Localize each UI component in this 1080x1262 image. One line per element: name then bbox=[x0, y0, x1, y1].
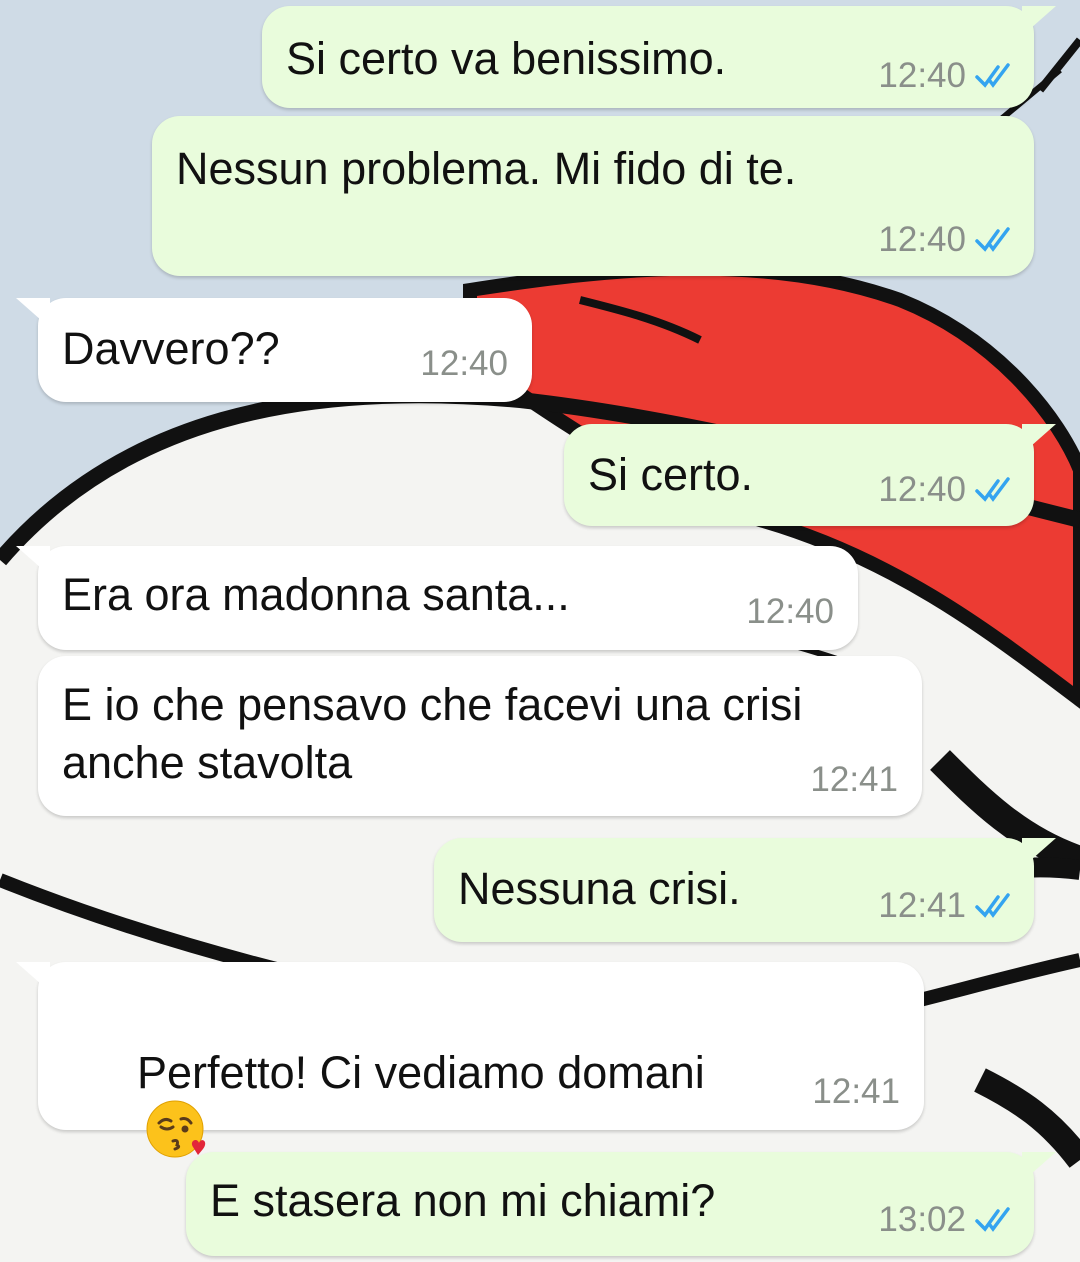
read-ticks-icon bbox=[975, 477, 1010, 502]
bubble-tail bbox=[16, 546, 50, 576]
message-text: Era ora madonna santa... bbox=[62, 569, 570, 620]
message-time: 12:40 bbox=[420, 344, 508, 383]
message-time: 12:41 bbox=[878, 886, 966, 925]
message-text: Nessuna crisi. bbox=[458, 863, 741, 914]
bubble-tail bbox=[1022, 424, 1056, 454]
message-text-line-1: E io che pensavo che facevi una crisi bbox=[62, 679, 803, 730]
message-bubble-outgoing[interactable]: Nessun problema. Mi fido di te. 12:40 bbox=[152, 116, 1034, 276]
message-time: 12:41 bbox=[810, 760, 898, 799]
message-time: 12:40 bbox=[878, 56, 966, 95]
message-meta: 12:41 bbox=[810, 760, 898, 800]
message-bubble-outgoing[interactable]: E stasera non mi chiami? 13:02 bbox=[186, 1152, 1056, 1256]
read-ticks-icon bbox=[975, 1207, 1010, 1232]
message-meta: 12:40 bbox=[878, 220, 1018, 260]
message-meta: 12:40 bbox=[878, 470, 1018, 510]
bubble-tail bbox=[16, 962, 50, 992]
read-ticks-icon bbox=[975, 893, 1010, 918]
message-text-content: Perfetto! Ci vediamo domani bbox=[137, 1047, 705, 1098]
message-meta: 12:41 bbox=[878, 886, 1018, 926]
message-bubble-outgoing[interactable]: Nessuna crisi. 12:41 bbox=[434, 838, 1056, 942]
message-time: 13:02 bbox=[878, 1200, 966, 1239]
message-meta: 12:40 bbox=[746, 592, 834, 632]
read-ticks-icon bbox=[975, 63, 1010, 88]
bubble-tail bbox=[16, 298, 50, 328]
message-text: Davvero?? bbox=[62, 323, 280, 374]
kissing-face-emoji bbox=[146, 1100, 206, 1158]
bubble-tail bbox=[1022, 6, 1056, 36]
message-bubble-outgoing[interactable]: Si certo. 12:40 bbox=[564, 424, 1056, 526]
message-text-line-2: anche stavolta bbox=[62, 737, 353, 788]
bubble-tail bbox=[1022, 838, 1056, 868]
message-meta: 13:02 bbox=[878, 1200, 1018, 1240]
message-text: Si certo. bbox=[588, 449, 754, 500]
chat-thread: Si certo va benissimo. 12:40 Nessun prob… bbox=[0, 0, 1080, 1262]
message-bubble-incoming[interactable]: Era ora madonna santa... 12:40 bbox=[16, 546, 858, 650]
message-meta: 12:40 bbox=[878, 56, 1018, 96]
message-text: Nessun problema. Mi fido di te. bbox=[176, 143, 797, 194]
message-text: Si certo va benissimo. bbox=[286, 33, 727, 84]
message-bubble-incoming[interactable]: E io che pensavo che facevi una crisi an… bbox=[38, 656, 922, 816]
read-ticks-icon bbox=[975, 227, 1010, 252]
bubble-tail bbox=[1022, 1152, 1056, 1182]
message-text: E stasera non mi chiami? bbox=[210, 1175, 716, 1226]
message-bubble-incoming[interactable]: Perfetto! Ci vediamo domani 12:41 bbox=[16, 962, 924, 1158]
message-time: 12:40 bbox=[746, 592, 834, 631]
message-time: 12:41 bbox=[812, 1072, 900, 1111]
message-time: 12:40 bbox=[878, 470, 966, 509]
message-time: 12:40 bbox=[878, 220, 966, 259]
message-meta: 12:40 bbox=[420, 344, 508, 384]
message-meta: 12:41 bbox=[812, 1072, 900, 1112]
message-bubble-outgoing[interactable]: Si certo va benissimo. 12:40 bbox=[262, 6, 1056, 108]
message-bubble-incoming[interactable]: Davvero?? 12:40 bbox=[16, 298, 532, 402]
